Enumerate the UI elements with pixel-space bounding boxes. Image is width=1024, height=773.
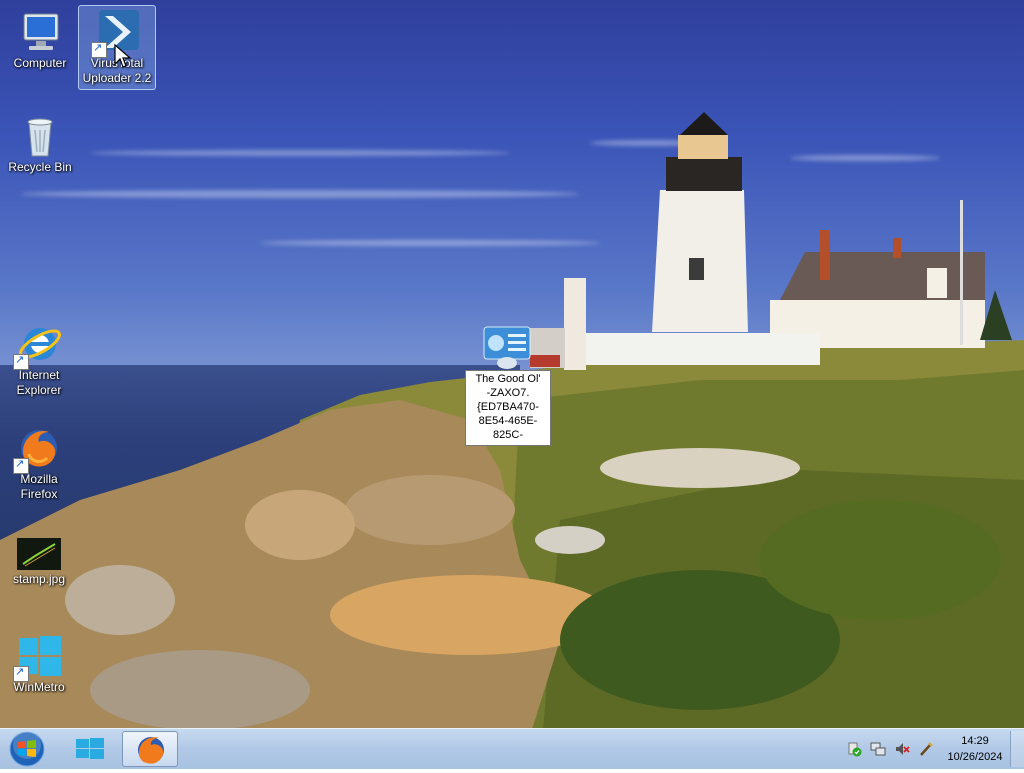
desktop-icon-internet-explorer[interactable]: Internet Explorer <box>1 318 77 402</box>
tooltip-line: -ZAXO7. <box>486 387 530 399</box>
windows-metro-icon <box>76 738 104 759</box>
shortcut-arrow-icon <box>13 665 29 682</box>
network-icon[interactable] <box>870 741 886 757</box>
desktop-icon-label: Mozilla Firefox <box>20 472 58 501</box>
desktop-icon-firefox[interactable]: Mozilla Firefox <box>1 422 77 506</box>
desktop-icon-label: Recycle Bin <box>8 160 72 174</box>
desktop-icon-label: WinMetro <box>13 680 65 694</box>
desktop-icon-label: Computer <box>13 56 67 70</box>
computer-icon <box>16 8 64 56</box>
drag-tooltip: The Good Ol' -ZAXO7. {ED7BA470- 8E54-465… <box>465 370 551 446</box>
winmetro-icon <box>13 632 63 682</box>
show-desktop-button[interactable] <box>1010 731 1024 767</box>
action-center-icon[interactable] <box>846 741 862 757</box>
desktop-icon-stamp-jpg[interactable]: stamp.jpg <box>1 534 77 596</box>
shortcut-arrow-icon <box>13 353 29 370</box>
desktop-icon-recycle-bin[interactable]: Recycle Bin <box>2 110 78 180</box>
internet-explorer-icon <box>13 320 63 370</box>
firefox-icon <box>13 424 63 474</box>
volume-muted-icon[interactable] <box>894 741 910 757</box>
control-panel-shortcut-icon <box>483 326 531 369</box>
mouse-cursor-icon <box>114 44 132 68</box>
shortcut-arrow-icon <box>91 41 107 58</box>
pen-icon[interactable] <box>918 741 934 757</box>
desktop-icon-winmetro[interactable]: WinMetro <box>1 630 77 698</box>
taskbar-clock[interactable]: 14:29 10/26/2024 <box>938 733 1012 765</box>
desktop-icon-label: Internet Explorer <box>16 368 62 397</box>
firefox-icon <box>138 737 164 764</box>
desktop-icon-label: stamp.jpg <box>12 572 66 586</box>
recycle-bin-icon <box>16 112 64 160</box>
dragged-item[interactable] <box>482 325 532 369</box>
tooltip-line: 825C- <box>493 429 523 441</box>
desktop-icon-computer[interactable]: Computer <box>2 6 78 84</box>
shortcut-arrow-icon <box>13 457 29 474</box>
tooltip-line: {ED7BA470- <box>477 401 539 413</box>
start-button[interactable] <box>2 730 52 768</box>
taskbar: 14:29 10/26/2024 <box>0 728 1024 769</box>
tooltip-line: 8E54-465E- <box>478 415 538 427</box>
image-file-icon <box>15 536 63 572</box>
clock-time: 14:29 <box>961 735 989 747</box>
taskbar-firefox-button[interactable] <box>122 731 178 767</box>
taskbar-metro-start-button[interactable] <box>62 731 118 767</box>
tooltip-line: The Good Ol' <box>475 373 541 385</box>
clock-date: 10/26/2024 <box>947 751 1003 763</box>
windows-start-orb-icon <box>9 731 45 767</box>
